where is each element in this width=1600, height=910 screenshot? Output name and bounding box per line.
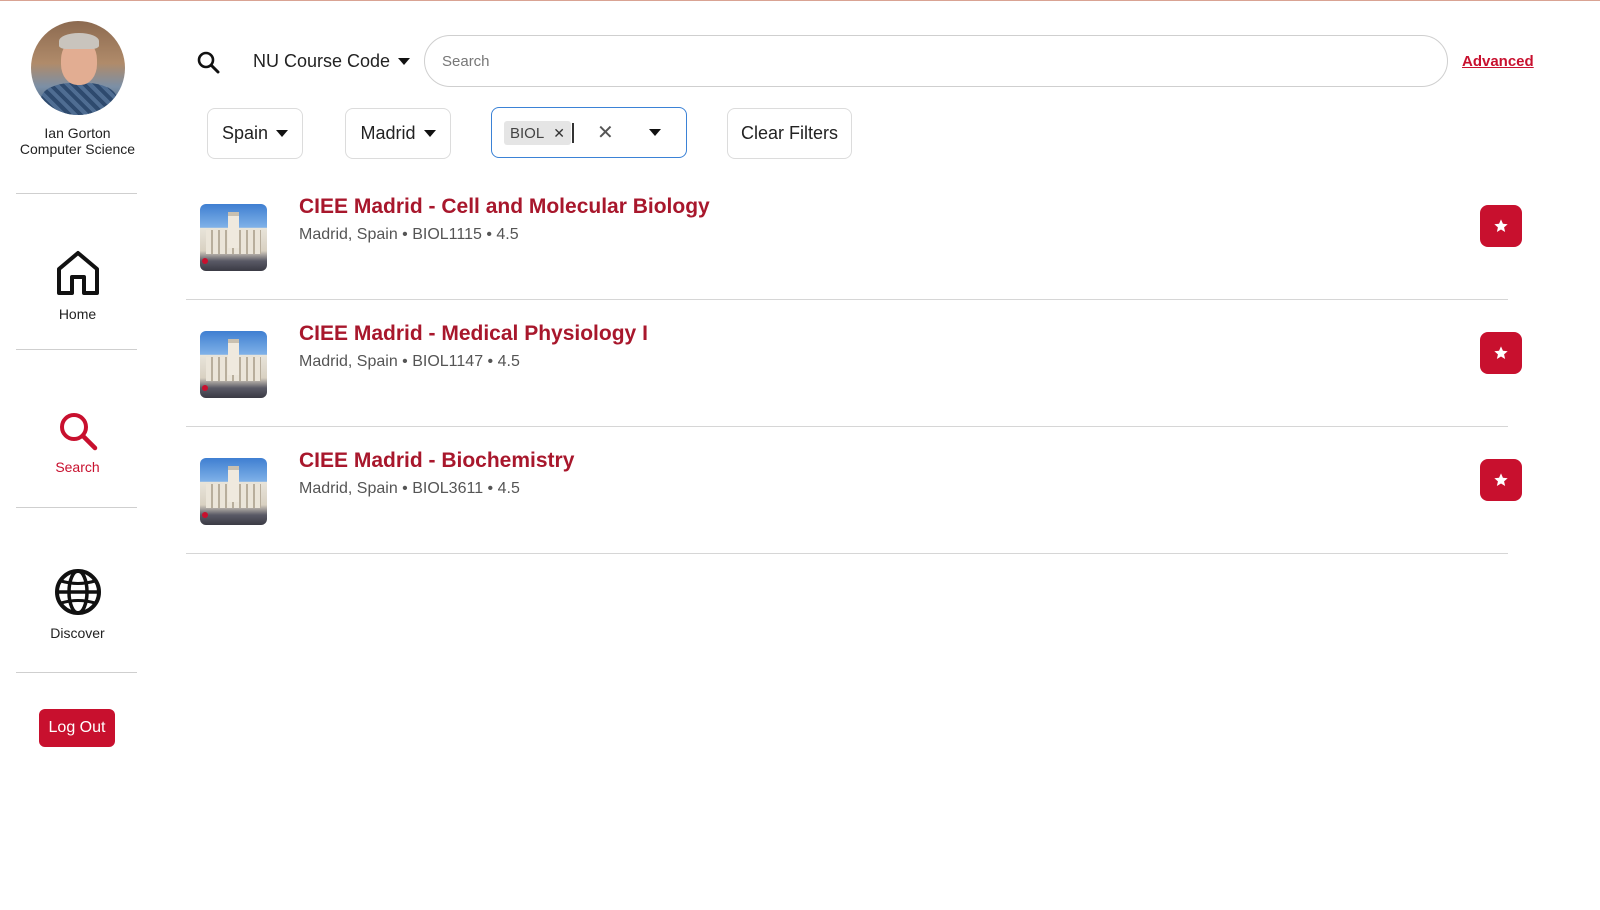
sidebar-divider xyxy=(16,672,137,673)
result-meta: Madrid, Spain • BIOL1115 • 4.5 xyxy=(299,226,519,243)
country-filter[interactable]: Spain xyxy=(207,108,303,159)
search-icon[interactable] xyxy=(196,50,220,79)
clear-icon[interactable]: ✕ xyxy=(597,120,614,145)
favorite-button[interactable] xyxy=(1480,332,1522,374)
sidebar: Ian Gorton Computer Science Home Search … xyxy=(0,1,155,910)
sidebar-divider xyxy=(16,507,137,508)
star-icon xyxy=(1494,473,1508,486)
city-filter-label: Madrid xyxy=(360,123,416,143)
sidebar-item-discover[interactable]: Discover xyxy=(0,568,155,641)
result-item: CIEE Madrid - Cell and Molecular Biology… xyxy=(186,173,1522,300)
course-code-dropdown[interactable]: NU Course Code xyxy=(253,51,411,72)
advanced-search-link[interactable]: Advanced xyxy=(1462,53,1534,70)
clear-filters-label: Clear Filters xyxy=(740,123,838,143)
result-meta: Madrid, Spain • BIOL1147 • 4.5 xyxy=(299,353,520,370)
result-location: Madrid, Spain xyxy=(299,353,398,370)
result-code: BIOL3611 xyxy=(412,480,484,497)
chevron-down-icon[interactable] xyxy=(649,129,661,136)
result-item: CIEE Madrid - Biochemistry Madrid, Spain… xyxy=(186,427,1522,554)
text-cursor xyxy=(572,123,574,143)
subject-chip-label: BIOL xyxy=(510,124,545,142)
course-thumbnail xyxy=(200,331,267,398)
profile-name: Ian Gorton xyxy=(44,125,111,141)
chevron-down-icon xyxy=(423,130,436,137)
sidebar-divider xyxy=(16,193,137,194)
chevron-down-icon xyxy=(276,130,289,137)
result-title[interactable]: CIEE Madrid - Medical Physiology I xyxy=(299,322,648,346)
country-filter-label: Spain xyxy=(221,123,269,143)
result-credits: 4.5 xyxy=(496,226,519,243)
course-thumbnail xyxy=(200,458,267,525)
subject-multiselect[interactable]: BIOL ✕ ✕ xyxy=(491,107,687,158)
subject-chip: BIOL ✕ xyxy=(504,121,571,145)
star-icon xyxy=(1494,219,1508,232)
chevron-down-icon xyxy=(398,58,411,65)
sidebar-divider xyxy=(16,349,137,350)
city-filter[interactable]: Madrid xyxy=(345,108,451,159)
course-code-label: NU Course Code xyxy=(253,51,391,71)
result-title[interactable]: CIEE Madrid - Cell and Molecular Biology xyxy=(299,195,710,219)
sidebar-item-label: Home xyxy=(58,306,97,322)
sidebar-item-label: Search xyxy=(55,459,100,475)
result-location: Madrid, Spain xyxy=(299,480,398,497)
result-credits: 4.5 xyxy=(497,480,520,497)
sidebar-item-label: Discover xyxy=(50,625,105,641)
result-credits: 4.5 xyxy=(497,353,520,370)
favorite-button[interactable] xyxy=(1480,459,1522,501)
clear-filters-button[interactable]: Clear Filters xyxy=(727,108,852,159)
logout-button[interactable]: Log Out xyxy=(39,709,115,747)
result-location: Madrid, Spain xyxy=(299,226,398,243)
profile-department: Computer Science xyxy=(19,141,136,157)
remove-chip-icon[interactable]: ✕ xyxy=(553,125,565,142)
result-code: BIOL1115 xyxy=(412,226,482,243)
course-thumbnail xyxy=(200,204,267,271)
home-icon xyxy=(56,251,99,295)
result-meta: Madrid, Spain • BIOL3611 • 4.5 xyxy=(299,480,520,497)
result-code: BIOL1147 xyxy=(412,353,484,370)
search-icon xyxy=(59,413,97,451)
search-input[interactable] xyxy=(424,35,1448,87)
favorite-button[interactable] xyxy=(1480,205,1522,247)
sidebar-item-home[interactable]: Home xyxy=(0,249,155,322)
globe-icon xyxy=(54,569,101,615)
avatar xyxy=(30,21,125,115)
star-icon xyxy=(1494,346,1508,359)
result-item: CIEE Madrid - Medical Physiology I Madri… xyxy=(186,300,1522,427)
sidebar-item-search[interactable]: Search xyxy=(0,410,155,475)
result-title[interactable]: CIEE Madrid - Biochemistry xyxy=(299,449,574,473)
profile: Ian Gorton Computer Science xyxy=(0,21,155,157)
